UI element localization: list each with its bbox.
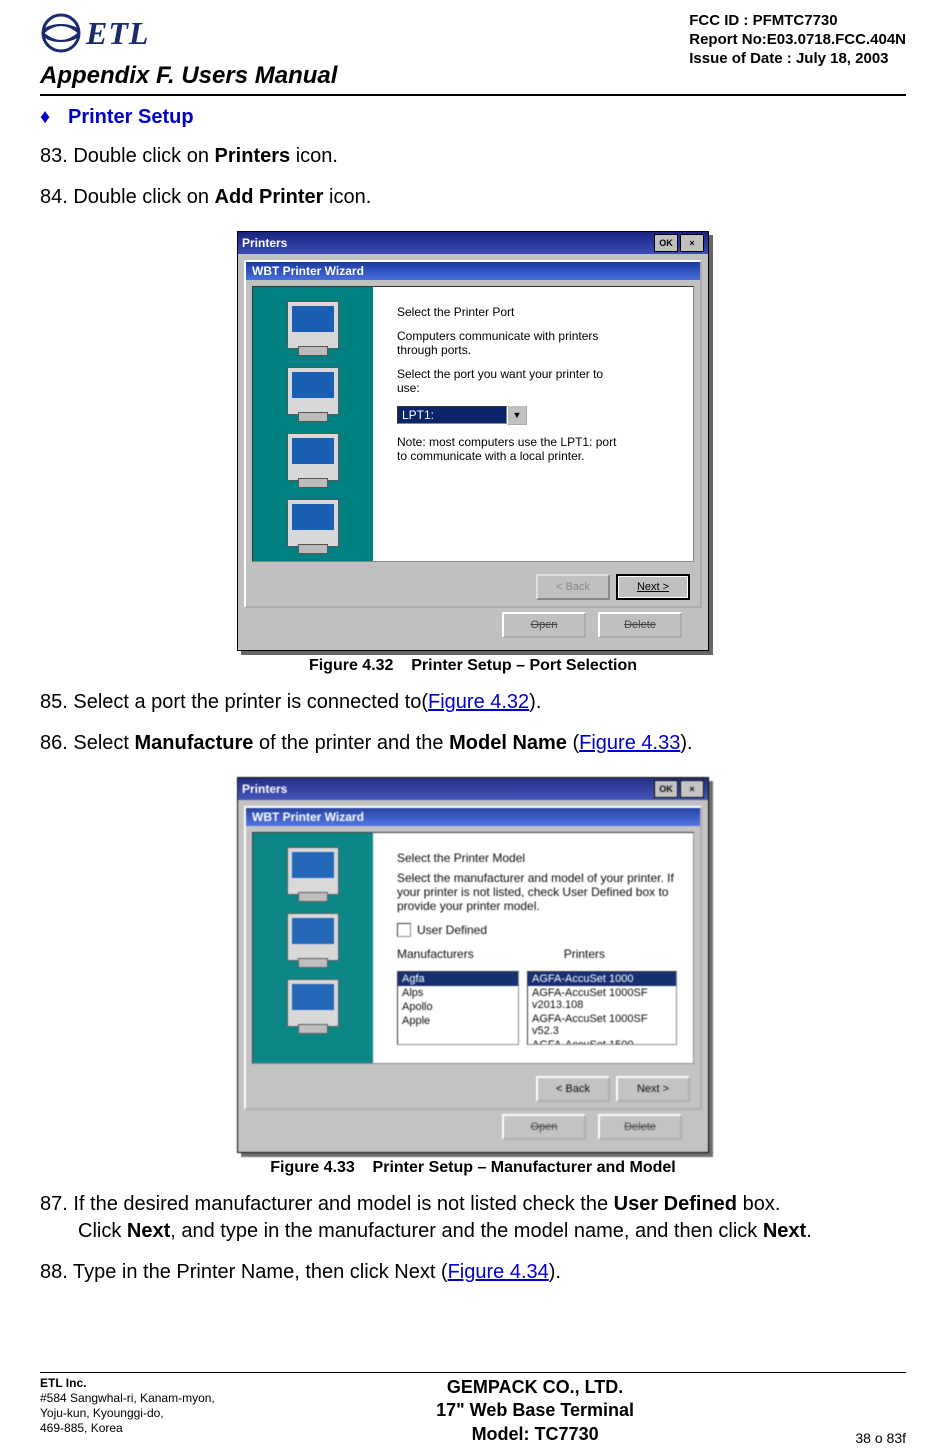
wizard-sidebar <box>253 287 373 561</box>
port-dropdown-value: LPT1: <box>397 406 507 424</box>
open-button[interactable]: Open <box>502 612 586 638</box>
figure-4-33: Printers OK × WBT Printer Wizard <box>40 777 906 1153</box>
delete-button[interactable]: Delete <box>598 612 682 638</box>
wizard-text: Computers communicate with printers thro… <box>397 329 627 357</box>
page-header: ETL FCC ID : PFMTC7730 Report No:E03.071… <box>40 12 906 68</box>
footer-divider <box>40 1372 906 1373</box>
step-85: 85. Select a port the printer is connect… <box>40 689 906 716</box>
report-no: Report No:E03.0718.FCC.404N <box>689 31 906 50</box>
computer-icon <box>287 301 339 349</box>
back-button[interactable]: < Back <box>536 1076 610 1102</box>
step-86: 86. Select Manufacture of the printer an… <box>40 730 906 757</box>
step-84: 84. Double click on Add Printer icon. <box>40 184 906 211</box>
list-item[interactable]: Alps <box>398 986 518 1000</box>
manufacturers-listbox[interactable]: Agfa Alps Apollo Apple <box>397 971 519 1045</box>
section-printer-setup: ♦Printer Setup <box>40 106 906 129</box>
globe-icon <box>40 12 82 54</box>
list-item[interactable]: AGFA-AccuSet 1000SF v52.3 <box>528 1012 676 1038</box>
list-item[interactable]: AGFA-AccuSet 1500 <box>528 1038 676 1045</box>
footer-center-line: GEMPACK CO., LTD. <box>215 1376 856 1399</box>
footer-addr: #584 Sangwhal-ri, Kanam-myon, <box>40 1391 215 1406</box>
list-item[interactable]: AGFA-AccuSet 1000SF v2013.108 <box>528 986 676 1012</box>
printers-window-title: Printers <box>242 782 287 796</box>
step-83: 83. Double click on Printers icon. <box>40 143 906 170</box>
wizard-text: Select the port you want your printer to… <box>397 367 627 395</box>
footer-center-line: Model: TC7730 <box>215 1423 856 1446</box>
close-icon[interactable]: × <box>680 234 704 252</box>
figure-4-32: Printers OK × WBT Printer Wizard <box>40 231 906 651</box>
wizard-heading: Select the Printer Port <box>397 305 675 319</box>
footer-center-line: 17" Web Base Terminal <box>215 1399 856 1422</box>
figure-4-34-link[interactable]: Figure 4.34 <box>448 1261 549 1283</box>
footer-addr: Yoju-kun, Kyounggi-do, <box>40 1406 215 1421</box>
computer-icon <box>287 433 339 481</box>
figure-4-33-caption: Figure 4.33 Printer Setup – Manufacturer… <box>40 1159 906 1177</box>
next-button[interactable]: Next > <box>616 1076 690 1102</box>
figure-4-33-link[interactable]: Figure 4.33 <box>579 732 680 754</box>
chevron-down-icon[interactable]: ▼ <box>507 405 527 425</box>
list-item[interactable]: Agfa <box>398 972 518 986</box>
computer-icon <box>287 847 339 895</box>
user-defined-label: User Defined <box>417 923 487 937</box>
step-87: 87. If the desired manufacturer and mode… <box>40 1191 906 1245</box>
header-meta: FCC ID : PFMTC7730 Report No:E03.0718.FC… <box>689 12 906 68</box>
next-button[interactable]: Next > <box>616 574 690 600</box>
page-number: 38 o 83f <box>855 1430 906 1446</box>
list-item[interactable]: Apple <box>398 1014 518 1028</box>
printers-window-title: Printers <box>242 236 287 250</box>
figure-4-32-caption: Figure 4.32 Printer Setup – Port Selecti… <box>40 657 906 675</box>
computer-icon <box>287 367 339 415</box>
printers-window-titlebar[interactable]: Printers OK × <box>238 778 708 800</box>
wizard-sidebar <box>253 833 373 1063</box>
wizard-titlebar[interactable]: WBT Printer Wizard <box>246 808 700 826</box>
wizard-heading: Select the Printer Model <box>397 851 675 865</box>
port-dropdown[interactable]: LPT1: ▼ <box>397 405 527 425</box>
wizard-titlebar[interactable]: WBT Printer Wizard <box>246 262 700 280</box>
issue-date: Issue of Date : July 18, 2003 <box>689 50 906 69</box>
page-footer: ETL Inc. #584 Sangwhal-ri, Kanam-myon, Y… <box>40 1372 906 1446</box>
wizard-note: Note: most computers use the LPT1: port … <box>397 435 627 463</box>
open-button[interactable]: Open <box>502 1114 586 1140</box>
user-defined-checkbox[interactable] <box>397 923 411 937</box>
printers-label: Printers <box>564 947 605 961</box>
printers-window-titlebar[interactable]: Printers OK × <box>238 232 708 254</box>
list-item[interactable]: AGFA-AccuSet 1000 <box>528 972 676 986</box>
printers-listbox[interactable]: AGFA-AccuSet 1000 AGFA-AccuSet 1000SF v2… <box>527 971 677 1045</box>
wizard-text: Select the manufacturer and model of you… <box>397 871 675 913</box>
footer-company: ETL Inc. <box>40 1376 215 1391</box>
header-divider <box>40 94 906 96</box>
section-title-text: Printer Setup <box>68 106 194 128</box>
ok-button[interactable]: OK <box>654 780 678 798</box>
etl-logo: ETL <box>40 12 149 54</box>
fcc-id: FCC ID : PFMTC7730 <box>689 12 906 31</box>
back-button: < Back <box>536 574 610 600</box>
computer-icon <box>287 499 339 547</box>
step-88: 88. Type in the Printer Name, then click… <box>40 1259 906 1286</box>
ok-button[interactable]: OK <box>654 234 678 252</box>
list-item[interactable]: Apollo <box>398 1000 518 1014</box>
footer-addr: 469-885, Korea <box>40 1421 215 1436</box>
computer-icon <box>287 979 339 1027</box>
logo-text: ETL <box>86 15 149 52</box>
delete-button[interactable]: Delete <box>598 1114 682 1140</box>
manufacturers-label: Manufacturers <box>397 947 474 961</box>
close-icon[interactable]: × <box>680 780 704 798</box>
figure-4-32-link[interactable]: Figure 4.32 <box>428 691 529 713</box>
diamond-bullet-icon: ♦ <box>40 106 68 129</box>
computer-icon <box>287 913 339 961</box>
